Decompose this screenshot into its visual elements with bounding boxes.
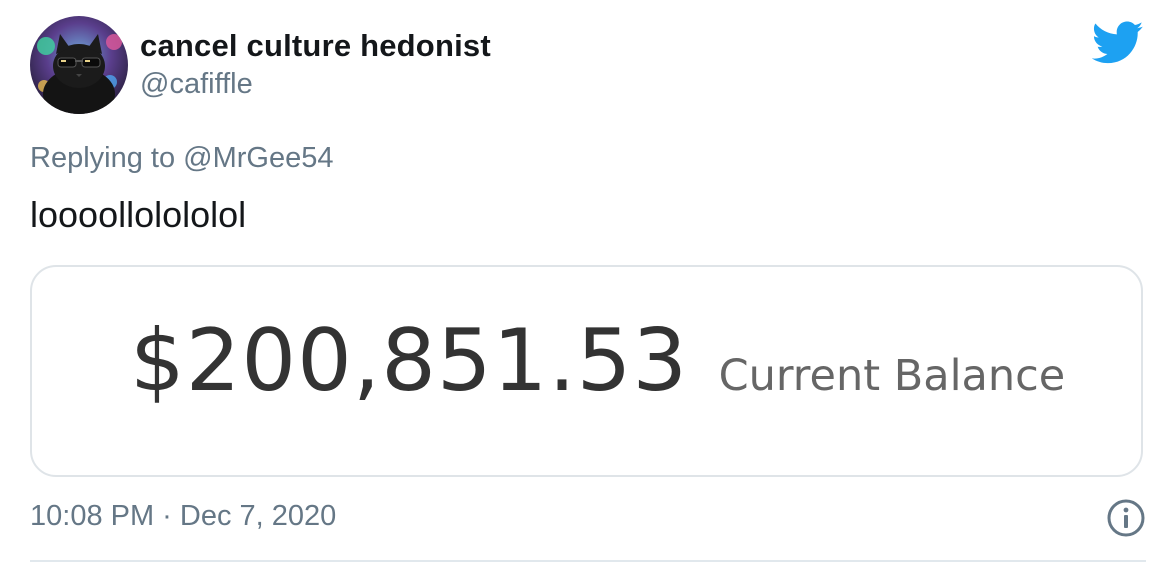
balance-display: $200,851.53 Current Balance [130, 311, 1065, 411]
avatar[interactable] [30, 16, 128, 114]
balance-amount: $200,851.53 [130, 311, 689, 411]
display-name[interactable]: cancel culture hedonist [140, 28, 491, 64]
replying-prefix: Replying to [30, 142, 176, 174]
attached-image-card[interactable]: $200,851.53 Current Balance [30, 265, 1143, 477]
twitter-bird-icon[interactable] [1091, 20, 1144, 66]
balance-label: Current Balance [718, 351, 1066, 401]
tweet-footer: 10:08 PM · Dec 7, 2020 [30, 496, 1146, 540]
reply-mention-link[interactable]: @MrGee54 [183, 142, 333, 174]
divider [30, 560, 1146, 562]
info-icon[interactable] [1106, 498, 1146, 538]
tweet-header: cancel culture hedonist @cafiffle [30, 16, 1146, 120]
tweet-timestamp[interactable]: 10:08 PM · Dec 7, 2020 [30, 496, 336, 536]
user-handle[interactable]: @cafiffle [140, 66, 491, 102]
tweet-text: loooollolololol [30, 194, 247, 235]
avatar-image [30, 16, 128, 114]
replying-to: Replying to @MrGee54 [30, 138, 333, 178]
tweet-author[interactable]: cancel culture hedonist @cafiffle [140, 28, 491, 102]
